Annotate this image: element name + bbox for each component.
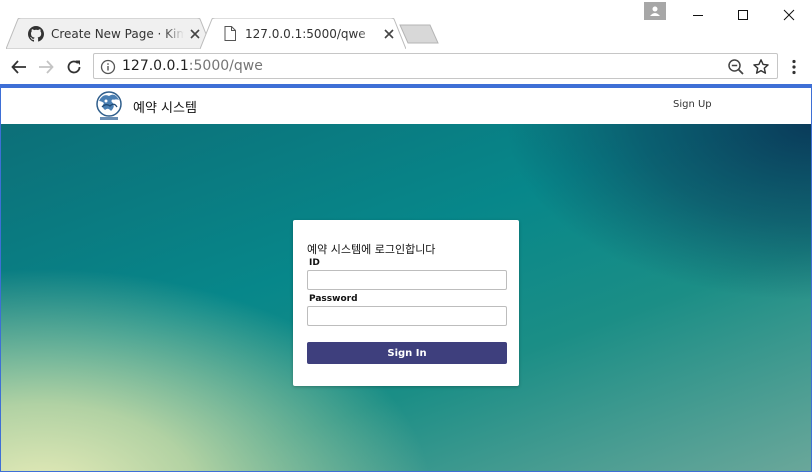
minimize-icon [693,15,703,16]
address-bar[interactable]: 127.0.0.1:5000/qwe [93,53,778,79]
close-icon[interactable] [382,27,396,41]
arrow-left-icon [11,60,26,74]
profile-button[interactable] [644,2,666,20]
tab-strip: Create New Page · KimJ 127.0.0.1:5000/qw… [0,0,812,49]
tab-active-page[interactable]: 127.0.0.1:5000/qwe [200,18,406,49]
new-tab-button[interactable] [398,24,440,44]
bookmark-star-icon[interactable] [752,58,770,76]
brand-name[interactable]: 예약 시스템 [133,97,197,116]
person-icon [650,6,660,16]
signup-link[interactable]: Sign Up [673,99,712,110]
address-host: 127.0.0.1 [122,58,189,74]
zoom-out-icon[interactable] [727,58,745,76]
window-close-button[interactable] [766,0,812,30]
tab-title: 127.0.0.1:5000/qwe [245,26,366,41]
back-button[interactable] [7,55,31,79]
password-input[interactable] [307,306,507,326]
browser-toolbar: 127.0.0.1:5000/qwe [0,49,812,84]
github-icon [28,25,44,42]
site-navbar: 예약 시스템 Sign Up [1,88,811,124]
forward-button[interactable] [34,55,58,79]
sign-in-button[interactable]: Sign In [307,342,507,364]
page-icon [222,26,238,42]
window-frame-left [0,88,1,472]
address-url: 127.0.0.1:5000/qwe [122,57,263,75]
minimize-button[interactable] [675,0,721,30]
arrow-right-icon [39,60,54,74]
maximize-icon [738,10,748,20]
password-label: Password [309,294,358,304]
id-label: ID [309,258,320,268]
more-vertical-icon [792,59,796,75]
login-heading: 예약 시스템에 로그인합니다 [307,243,436,256]
hero-background: 예약 시스템에 로그인합니다 ID Password Sign In [1,124,811,471]
tab-github[interactable]: Create New Page · KimJ [6,18,212,49]
tab-title: Create New Page · KimJ [51,26,184,41]
id-input[interactable] [307,270,507,290]
maximize-button[interactable] [720,0,766,30]
browser-window: Create New Page · KimJ 127.0.0.1:5000/qw… [0,0,812,472]
brand-logo-icon[interactable] [92,89,126,123]
reload-icon [67,60,81,74]
reload-button[interactable] [62,55,86,79]
close-icon [783,9,795,21]
web-page: 예약 시스템 Sign Up 예약 시스템에 로그인합니다 ID Passwor… [1,88,811,471]
browser-menu-button[interactable] [786,57,802,77]
address-path: :5000/qwe [188,58,263,74]
info-icon[interactable] [100,59,116,75]
login-card: 예약 시스템에 로그인합니다 ID Password Sign In [293,220,519,386]
